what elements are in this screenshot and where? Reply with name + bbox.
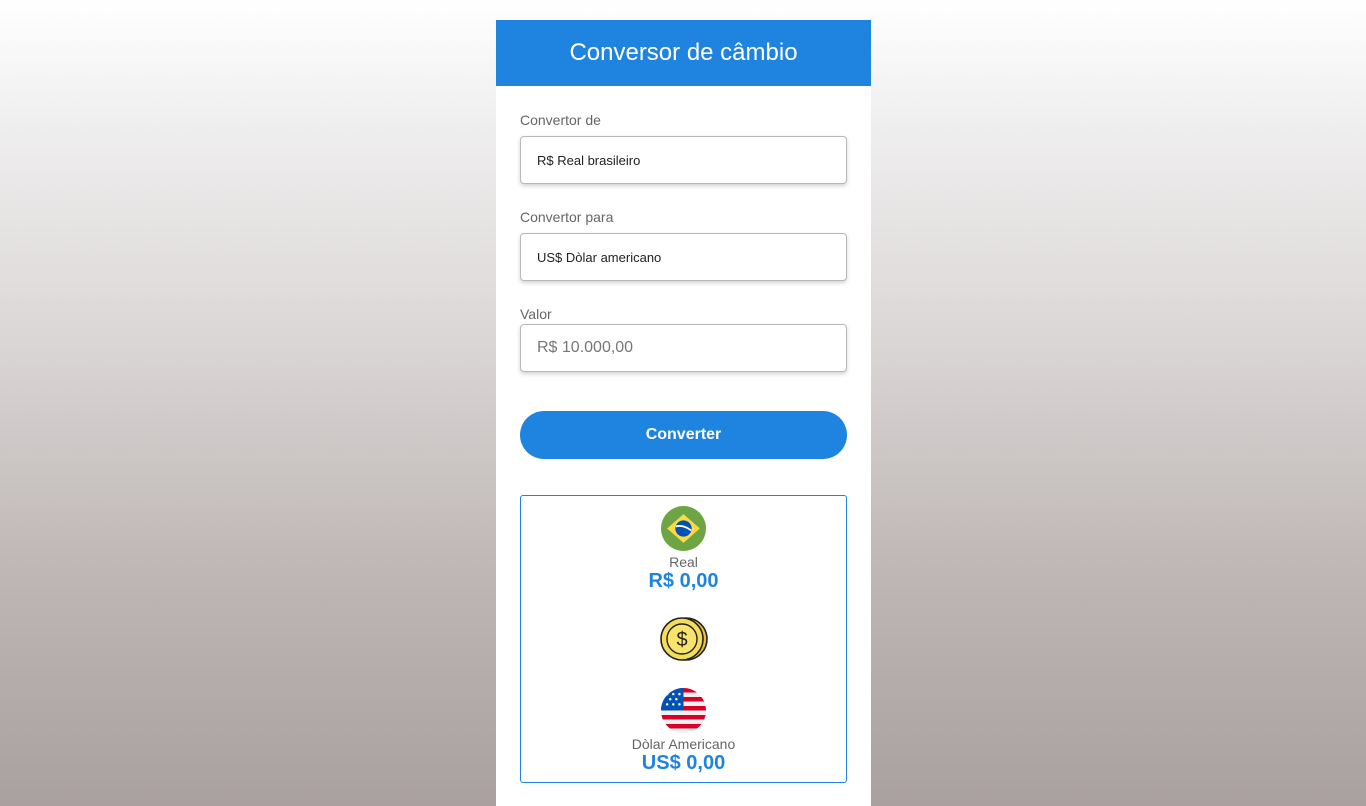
app-header: Conversor de câmbio (496, 20, 871, 86)
exchange-indicator: $ (521, 616, 846, 662)
to-currency-label: Convertor para (520, 209, 614, 225)
convert-button[interactable]: Converter (520, 411, 847, 459)
from-currency-name: Real (669, 554, 698, 570)
amount-field[interactable] (520, 324, 847, 372)
brazil-flag-icon (661, 506, 706, 551)
from-currency-result: Real R$ 0,00 (521, 506, 846, 592)
to-currency-result: Dòlar Americano US$ 0,00 (521, 688, 846, 774)
conversion-result-panel: Real R$ 0,00 $ Dòlar Americano US$ 0,00 (520, 495, 847, 783)
from-currency-value: R$ Real brasileiro (537, 152, 641, 168)
dollar-coin-icon: $ (659, 617, 708, 661)
converter-form: Convertor de R$ Real brasileiro Converto… (496, 112, 871, 783)
amount-label: Valor (520, 306, 552, 322)
from-currency-amount: R$ 0,00 (648, 570, 719, 592)
to-currency-amount: US$ 0,00 (641, 752, 726, 774)
to-currency-select[interactable]: US$ Dòlar americano (520, 233, 847, 281)
svg-text:$: $ (676, 629, 687, 651)
to-currency-name: Dòlar Americano (631, 736, 736, 752)
amount-input[interactable] (537, 339, 846, 357)
converter-card: Conversor de câmbio Convertor de R$ Real… (496, 20, 871, 806)
to-currency-value: US$ Dòlar americano (537, 249, 662, 265)
from-currency-select[interactable]: R$ Real brasileiro (520, 136, 847, 184)
page-title: Conversor de câmbio (569, 39, 798, 66)
usa-flag-icon (661, 688, 706, 733)
from-currency-label: Convertor de (520, 112, 601, 128)
